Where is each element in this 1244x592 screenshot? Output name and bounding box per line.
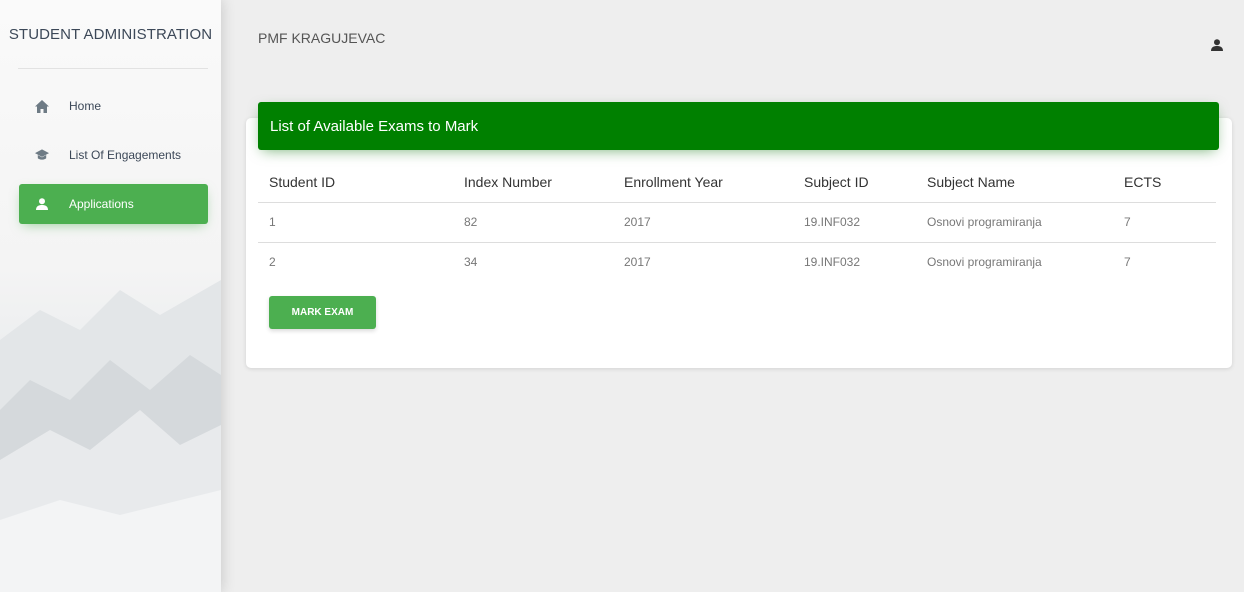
table-row[interactable]: 2 34 2017 19.INF032 Osnovi programiranja…: [258, 242, 1216, 282]
cell-enrollment-year: 2017: [613, 202, 793, 243]
person-icon: [35, 197, 49, 211]
sidebar-item-list-of-engagements[interactable]: List Of Engagements: [19, 135, 208, 175]
home-icon: [35, 99, 49, 113]
column-header-subject-id: Subject ID: [793, 162, 916, 203]
column-header-enrollment-year: Enrollment Year: [613, 162, 793, 203]
user-icon[interactable]: [1211, 38, 1225, 52]
column-header-student-id: Student ID: [258, 162, 453, 203]
page-title[interactable]: PMF KRAGUJEVAC: [258, 30, 385, 46]
exams-table: Student ID Index Number Enrollment Year …: [258, 162, 1216, 282]
table-header-row: Student ID Index Number Enrollment Year …: [258, 162, 1216, 203]
cell-enrollment-year: 2017: [624, 255, 651, 270]
cell-subject-name: Osnovi programiranja: [927, 255, 1042, 270]
cell-subject-id: 19.INF032: [804, 255, 861, 270]
sidebar-item-home[interactable]: Home: [19, 86, 208, 126]
divider: [18, 68, 208, 69]
sidebar: STUDENT ADMINISTRATION Home List Of Enga…: [0, 0, 221, 592]
app-brand[interactable]: STUDENT ADMINISTRATION: [0, 0, 221, 68]
cell-subject-id: 19.INF032: [793, 202, 916, 243]
cell-subject-name: Osnovi programiranja: [916, 202, 1113, 243]
graduation-cap-icon: [35, 148, 49, 162]
cell-index-number: 82: [453, 202, 613, 243]
sidebar-item-label: Applications: [69, 197, 134, 211]
column-header-index-number: Index Number: [453, 162, 613, 203]
sidebar-item-applications[interactable]: Applications: [19, 184, 208, 224]
sidebar-item-label: Home: [69, 99, 102, 113]
column-header-ects: ECTS: [1113, 162, 1216, 203]
sidebar-background-image: [0, 280, 221, 592]
cell-ects: 7: [1113, 202, 1216, 243]
card-header: List of Available Exams to Mark: [258, 102, 1219, 150]
sidebar-item-label: List Of Engagements: [69, 148, 182, 162]
cell-index-number: 34: [464, 255, 478, 270]
mark-exam-button[interactable]: MARK EXAM: [269, 296, 376, 329]
column-header-subject-name: Subject Name: [916, 162, 1113, 203]
cell-student-id: 1: [258, 202, 453, 243]
cell-ects: 7: [1124, 255, 1131, 270]
table-row[interactable]: 1 82 2017 19.INF032 Osnovi programiranja…: [258, 202, 1216, 243]
cell-student-id: 2: [269, 255, 276, 270]
